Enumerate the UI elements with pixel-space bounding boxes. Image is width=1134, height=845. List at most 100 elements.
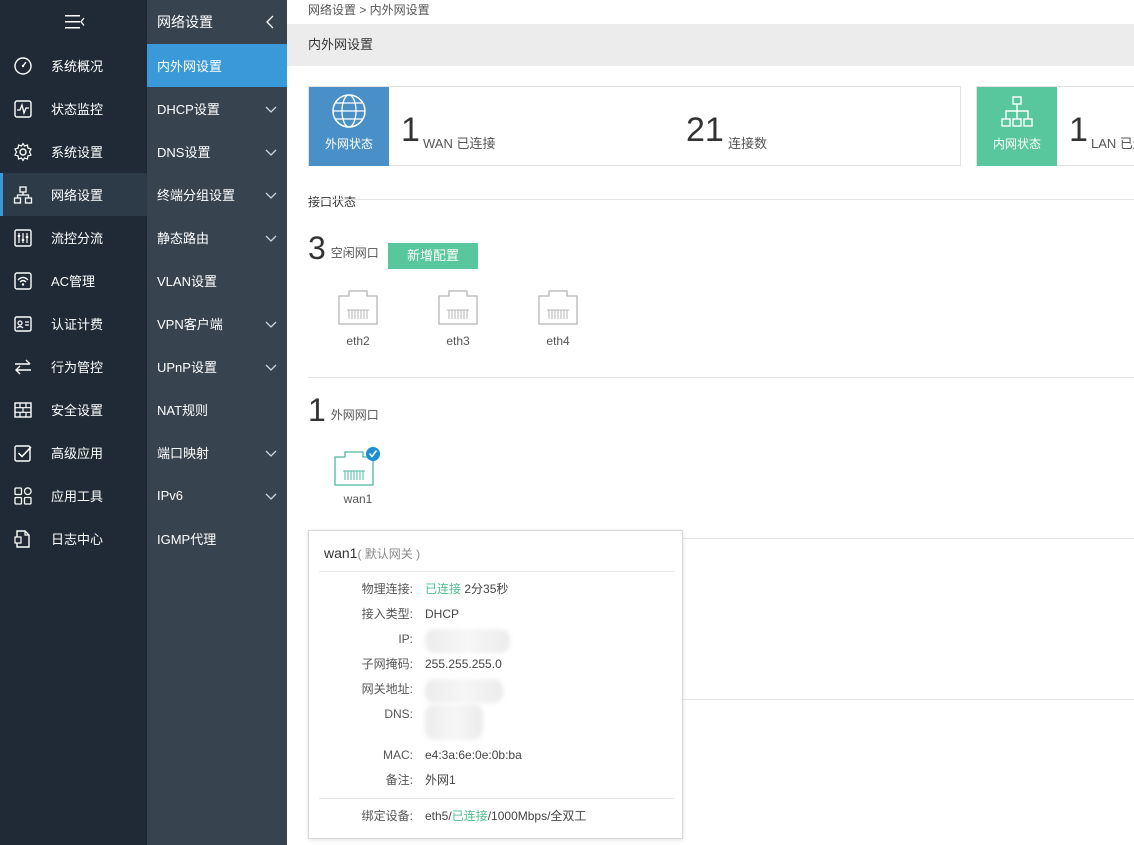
idle-ports-count: 3 xyxy=(308,230,326,266)
popup-port-subtitle: ( 默认网关 ) xyxy=(357,547,421,561)
sub-navigation: 网络设置 内外网设置 DHCP设置 DNS设置 终端分组设置 静态路由 VLAN… xyxy=(147,0,287,845)
popup-port-name: wan1 xyxy=(324,545,358,561)
subnav-item-label: DHCP设置 xyxy=(157,102,220,117)
subnav-item-vpn-client[interactable]: VPN客户端 xyxy=(147,302,287,345)
sidebar-item-overview[interactable]: 系统概况 xyxy=(0,44,147,87)
popup-row-gateway: 网关地址: xyxy=(309,679,684,703)
page-title: 内外网设置 xyxy=(287,24,1134,66)
sidebar-item-label: 流控分流 xyxy=(51,231,104,246)
sidebar-item-advanced[interactable]: 高级应用 xyxy=(0,431,147,474)
lan-connected-count: 1 xyxy=(1069,111,1088,149)
row-value: eth5/已连接/1000Mbps/全双工 xyxy=(425,806,586,826)
breadcrumb: 网络设置 > 内外网设置 xyxy=(308,3,430,17)
popup-row-mac: MAC: e4:3a:6e:0e:0b:ba xyxy=(309,745,684,765)
wan1-detail-popup: wan1( 默认网关 ) 物理连接: 已连接 2分35秒 接入类型: DHCP … xyxy=(308,530,683,839)
menu-collapse-button[interactable] xyxy=(0,0,147,44)
idle-ports-label: 空闲网口 xyxy=(330,246,379,260)
popup-row-mask: 子网掩码: 255.255.255.0 xyxy=(309,654,684,674)
port-wan1[interactable]: wan1 xyxy=(328,447,388,506)
subnav-item-dns[interactable]: DNS设置 xyxy=(147,130,287,173)
subnav-item-label: UPnP设置 xyxy=(157,360,217,375)
sidebar-item-flow[interactable]: 流控分流 xyxy=(0,216,147,259)
subnav-item-port-mapping[interactable]: 端口映射 xyxy=(147,431,287,474)
port-eth2[interactable]: eth2 xyxy=(328,290,388,348)
sidebar-item-ac[interactable]: AC管理 xyxy=(0,259,147,302)
ethernet-port-icon xyxy=(338,290,378,325)
port-eth4[interactable]: eth4 xyxy=(528,290,588,348)
row-label: 网关地址: xyxy=(361,682,413,696)
ethernet-port-icon xyxy=(538,290,578,325)
sidebar-item-label: 网络设置 xyxy=(51,188,104,203)
subnav-item-upnp[interactable]: UPnP设置 xyxy=(147,345,287,388)
sidebar-item-label: 认证计费 xyxy=(51,317,104,332)
wan-ports-count: 1 xyxy=(308,392,326,428)
sidebar-item-monitor[interactable]: 状态监控 xyxy=(0,87,147,130)
sidebar-item-tools[interactable]: 应用工具 xyxy=(0,474,147,517)
chevron-down-icon xyxy=(265,364,277,371)
sidebar-item-security[interactable]: 安全设置 xyxy=(0,388,147,431)
subnav-item-label: NAT规则 xyxy=(157,403,209,418)
sidebar-item-system[interactable]: 系统设置 xyxy=(0,130,147,173)
subnav-item-igmp[interactable]: IGMP代理 xyxy=(147,517,287,560)
port-name: wan1 xyxy=(343,492,373,506)
sidebar-item-behavior[interactable]: 行为管控 xyxy=(0,345,147,388)
popup-row-dns: DNS: xyxy=(309,704,684,740)
row-label: 物理连接: xyxy=(361,582,413,596)
sidebar-item-logs[interactable]: 日志中心 xyxy=(0,517,147,560)
subnav-title: 网络设置 xyxy=(157,14,213,30)
lan-connected-label: LAN 已连 xyxy=(1091,136,1134,151)
ethernet-port-connected-icon xyxy=(334,447,380,486)
chevron-down-icon xyxy=(265,493,277,500)
checkbox-icon xyxy=(12,442,34,464)
chevron-down-icon xyxy=(265,235,277,242)
subnav-item-label: VPN客户端 xyxy=(157,317,223,332)
document-icon xyxy=(12,528,34,550)
subnav-item-static-route[interactable]: 静态路由 xyxy=(147,216,287,259)
arrows-swap-icon xyxy=(12,356,34,378)
subnav-item-ipv6[interactable]: IPv6 xyxy=(147,474,287,517)
sidebar-item-network[interactable]: 网络设置 xyxy=(0,173,147,216)
menu-collapse-icon xyxy=(64,15,85,29)
sliders-icon xyxy=(12,227,34,249)
row-label: DNS: xyxy=(384,707,413,721)
subnav-item-nat[interactable]: NAT规则 xyxy=(147,388,287,431)
port-eth3[interactable]: eth3 xyxy=(428,290,488,348)
sidebar-item-auth[interactable]: 认证计费 xyxy=(0,302,147,345)
physical-uptime: 2分35秒 xyxy=(464,582,509,596)
dashboard-icon xyxy=(12,55,34,77)
popup-row-ip: IP: xyxy=(309,629,684,653)
sidebar-item-label: 状态监控 xyxy=(51,102,104,117)
add-config-button[interactable]: 新增配置 xyxy=(388,243,478,269)
id-card-icon xyxy=(12,313,34,335)
row-label: 接入类型: xyxy=(361,607,413,621)
port-name: eth3 xyxy=(446,334,470,348)
bind-device: eth5/ xyxy=(425,809,452,823)
subnav-item-terminal-group[interactable]: 终端分组设置 xyxy=(147,173,287,216)
row-value: 255.255.255.0 xyxy=(425,657,502,671)
sidebar-item-label: 安全设置 xyxy=(51,403,104,418)
firewall-icon xyxy=(12,399,34,421)
subnav-item-wan-lan[interactable]: 内外网设置 xyxy=(147,44,287,87)
sidebar-item-label: 系统设置 xyxy=(51,145,104,160)
subnav-item-dhcp[interactable]: DHCP设置 xyxy=(147,87,287,130)
chevron-down-icon xyxy=(265,321,277,328)
wifi-icon xyxy=(12,270,34,292)
lan-status-label: 内网状态 xyxy=(992,137,1041,151)
redacted-gateway xyxy=(425,679,503,703)
monitor-icon xyxy=(12,98,34,120)
row-label: 绑定设备: xyxy=(361,809,413,823)
sidebar-item-label: 应用工具 xyxy=(51,489,104,504)
interface-status-label: 接口状态 xyxy=(308,195,357,209)
chevron-down-icon xyxy=(265,192,277,199)
ethernet-port-icon xyxy=(438,290,478,325)
lan-topology-icon xyxy=(1001,96,1033,127)
popup-row-type: 接入类型: DHCP xyxy=(309,604,684,624)
chevron-down-icon xyxy=(265,149,277,156)
row-label: 子网掩码: xyxy=(361,657,413,671)
sidebar-item-label: 行为管控 xyxy=(51,360,104,375)
wan-connected-label: WAN 已连接 xyxy=(423,136,496,151)
popup-row-bind: 绑定设备: eth5/已连接/1000Mbps/全双工 xyxy=(309,806,684,826)
subnav-item-vlan[interactable]: VLAN设置 xyxy=(147,259,287,302)
chevron-left-icon[interactable] xyxy=(265,15,275,29)
network-icon xyxy=(12,184,34,206)
